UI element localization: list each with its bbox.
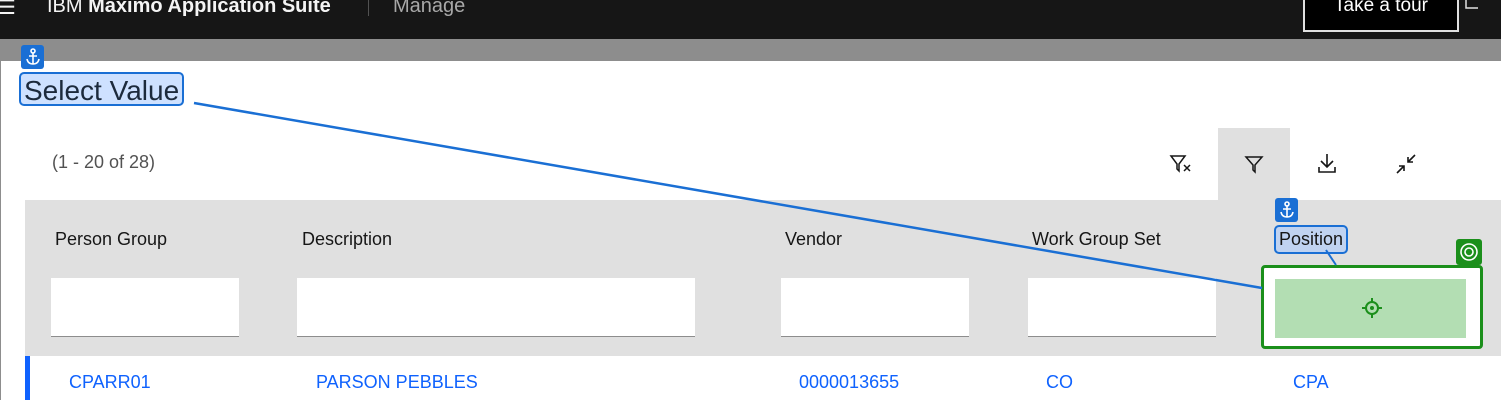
anchor-icon [1275, 198, 1298, 222]
menu-icon[interactable]: ☰ [0, 0, 16, 17]
brand-prefix: IBM [47, 0, 83, 17]
cell-description-link[interactable]: PARSON PEBBLES [316, 372, 478, 393]
cell-vendor-link[interactable]: 0000013655 [799, 372, 899, 393]
brand: IBM Maximo Application Suite [47, 0, 331, 18]
dialog-title: Select Value [19, 72, 185, 106]
download-button[interactable] [1291, 128, 1363, 200]
collapse-button[interactable] [1370, 128, 1442, 200]
cell-work-group-set-link[interactable]: CO [1046, 372, 1073, 393]
download-icon [1318, 154, 1336, 173]
column-header-position[interactable]: Position [1274, 225, 1349, 254]
column-header-person-group[interactable]: Person Group [55, 229, 167, 250]
filter-position-input[interactable] [1275, 279, 1466, 338]
cell-person-group-link[interactable]: CPARR01 [69, 372, 151, 393]
header-divider [368, 0, 369, 16]
collapse-icon [1396, 154, 1416, 174]
anchor-icon [21, 45, 44, 69]
filter-person-group-input[interactable] [51, 278, 239, 337]
filter-description-input[interactable] [297, 278, 695, 337]
take-a-tour-button[interactable]: Take a tour [1303, 0, 1459, 32]
column-header-vendor[interactable]: Vendor [785, 229, 842, 250]
column-header-work-group-set[interactable]: Work Group Set [1032, 229, 1161, 250]
clear-filter-icon [1169, 155, 1191, 173]
brand-name: Maximo Application Suite [88, 0, 331, 17]
cell-position-link[interactable]: CPA [1293, 372, 1329, 393]
filter-vendor-input[interactable] [781, 278, 969, 337]
filter-button[interactable] [1218, 128, 1290, 200]
clipboard-icon[interactable] [1463, 0, 1483, 17]
clear-filter-button[interactable] [1146, 128, 1218, 200]
pagination-count: (1 - 20 of 28) [52, 152, 156, 172]
filter-work-group-set-input[interactable] [1028, 278, 1216, 337]
modal-backdrop-strip [0, 39, 1501, 61]
table-row[interactable] [25, 356, 1501, 400]
modal-edge [0, 61, 1, 400]
top-header: ☰ IBM Maximo Application Suite Manage Ta… [0, 0, 1501, 39]
row-selection-indicator [25, 356, 30, 400]
filter-position-input-target[interactable] [1261, 265, 1483, 349]
crosshair-icon [1362, 298, 1382, 318]
target-icon [1456, 239, 1482, 265]
column-header-description[interactable]: Description [302, 229, 392, 250]
app-name[interactable]: Manage [393, 0, 465, 18]
filter-icon [1244, 156, 1264, 174]
